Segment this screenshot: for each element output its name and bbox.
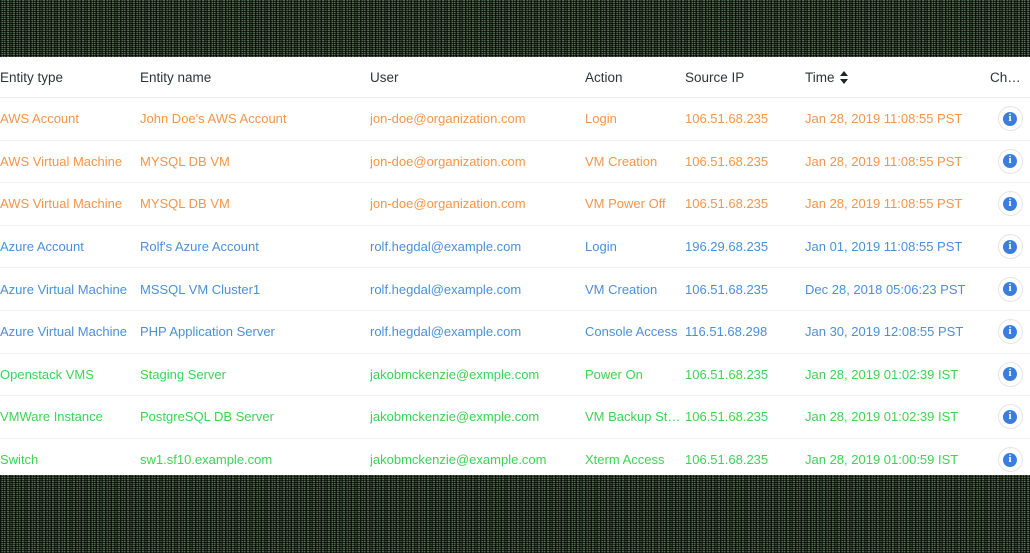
cell-user: jon-doe@organization.com: [370, 182, 585, 226]
info-icon[interactable]: i: [997, 191, 1023, 217]
cell-entity-type: AWS Account: [0, 97, 140, 141]
cell-entity-name: Rolf's Azure Account: [140, 225, 370, 269]
column-header-time-label: Time: [805, 69, 835, 85]
cell-source-ip: 116.51.68.298: [685, 310, 805, 354]
table-row[interactable]: AWS Virtual Machine MYSQL DB VM jon-doe@or…: [0, 140, 1030, 184]
cell-changes: i: [990, 310, 1030, 354]
cell-action: Console Access: [585, 310, 685, 354]
column-header-entity-name[interactable]: Entity name: [140, 57, 370, 98]
cell-source-ip: 106.51.68.235: [685, 353, 805, 397]
info-icon[interactable]: i: [997, 276, 1023, 302]
cell-source-ip: 106.51.68.235: [685, 182, 805, 226]
cell-user: jakobmckenzie@exmple.com: [370, 353, 585, 397]
table-row[interactable]: Openstack VMS Staging Server jakobmckenzie…: [0, 353, 1030, 397]
cell-time: Jan 28, 2019 01:02:39 IST: [805, 353, 990, 397]
info-icon[interactable]: i: [997, 234, 1023, 260]
cell-entity-name: MYSQL DB VM: [140, 182, 370, 226]
cell-entity-type: Azure Virtual Machine: [0, 267, 140, 311]
column-header-user[interactable]: User: [370, 57, 585, 98]
cell-changes: i: [990, 182, 1030, 226]
cell-entity-type: AWS Virtual Machine: [0, 140, 140, 184]
cell-action: Login: [585, 225, 685, 269]
audit-table-container: Entity type Entity name User Action Sour…: [0, 57, 1030, 482]
cell-user: jakobmckenzie@exmple.com: [370, 395, 585, 439]
table-row[interactable]: AWS Virtual Machine MYSQL DB VM jon-doe@or…: [0, 182, 1030, 226]
cell-time: Jan 30, 2019 12:08:55 PST: [805, 310, 990, 354]
cell-source-ip: 196.29.68.235: [685, 225, 805, 269]
table-row[interactable]: Azure Virtual Machine PHP Application Ser…: [0, 310, 1030, 354]
info-icon[interactable]: i: [997, 148, 1023, 174]
cell-user: rolf.hegdal@example.com: [370, 267, 585, 311]
info-icon-glyph: i: [1003, 111, 1017, 126]
cell-action: VM Backup Started: [585, 395, 685, 439]
cell-user: rolf.hegdal@example.com: [370, 225, 585, 269]
cell-entity-type: VMWare Instance: [0, 395, 140, 439]
info-icon-glyph: i: [1003, 154, 1017, 169]
table-header-row: Entity type Entity name User Action Sour…: [0, 57, 1030, 98]
cell-source-ip: 106.51.68.235: [685, 267, 805, 311]
column-header-source-ip[interactable]: Source IP: [685, 57, 805, 98]
info-icon-glyph: i: [1003, 452, 1017, 467]
cell-changes: i: [990, 353, 1030, 397]
cell-user: jon-doe@organization.com: [370, 140, 585, 184]
column-header-changes: Changes: [990, 57, 1030, 98]
table-row[interactable]: VMWare Instance PostgreSQL DB Server jakob…: [0, 395, 1030, 439]
sort-updown-icon[interactable]: [839, 70, 849, 84]
info-icon[interactable]: i: [997, 404, 1023, 430]
cell-entity-name: PHP Application Server: [140, 310, 370, 354]
cell-source-ip: 106.51.68.235: [685, 97, 805, 141]
cell-source-ip: 106.51.68.235: [685, 140, 805, 184]
table-row[interactable]: Azure Account Rolf's Azure Account rolf.he…: [0, 225, 1030, 269]
cell-action: Power On: [585, 353, 685, 397]
column-header-action[interactable]: Action: [585, 57, 685, 98]
bottom-obscured-band: [0, 475, 1030, 553]
cell-action: Login: [585, 97, 685, 141]
info-icon[interactable]: i: [997, 106, 1023, 132]
cell-action: VM Creation: [585, 267, 685, 311]
cell-entity-name: John Doe's AWS Account: [140, 97, 370, 141]
cell-entity-type: Azure Virtual Machine: [0, 310, 140, 354]
cell-entity-name: PostgreSQL DB Server: [140, 395, 370, 439]
audit-trail-table: Entity type Entity name User Action Sour…: [0, 57, 1030, 482]
table-header: Entity type Entity name User Action Sour…: [0, 57, 1030, 98]
cell-entity-type: Openstack VMS: [0, 353, 140, 397]
cell-time: Jan 28, 2019 01:02:39 IST: [805, 395, 990, 439]
cell-time: Dec 28, 2018 05:06:23 PST: [805, 267, 990, 311]
table-row[interactable]: AWS Account John Doe's AWS Account jon-doe…: [0, 97, 1030, 141]
cell-time: Jan 01, 2019 11:08:55 PST: [805, 225, 990, 269]
info-icon[interactable]: i: [997, 361, 1023, 387]
cell-entity-type: AWS Virtual Machine: [0, 182, 140, 226]
column-header-entity-type[interactable]: Entity type: [0, 57, 140, 98]
cell-changes: i: [990, 97, 1030, 141]
cell-entity-name: MSSQL VM Cluster1: [140, 267, 370, 311]
cell-changes: i: [990, 225, 1030, 269]
info-icon-glyph: i: [1003, 367, 1017, 382]
table-body: AWS Account John Doe's AWS Account jon-doe…: [0, 97, 1030, 482]
info-icon-glyph: i: [1003, 409, 1017, 424]
cell-action: VM Creation: [585, 140, 685, 184]
cell-source-ip: 106.51.68.235: [685, 395, 805, 439]
cell-time: Jan 28, 2019 11:08:55 PST: [805, 97, 990, 141]
cell-changes: i: [990, 267, 1030, 311]
info-icon-glyph: i: [1003, 282, 1017, 297]
info-icon-glyph: i: [1003, 196, 1017, 211]
table-row[interactable]: Azure Virtual Machine MSSQL VM Cluster1 ro…: [0, 267, 1030, 311]
cell-user: jon-doe@organization.com: [370, 97, 585, 141]
top-obscured-band: [0, 0, 1030, 57]
cell-time: Jan 28, 2019 11:08:55 PST: [805, 140, 990, 184]
info-icon[interactable]: i: [997, 447, 1023, 473]
info-icon[interactable]: i: [997, 319, 1023, 345]
cell-time: Jan 28, 2019 11:08:55 PST: [805, 182, 990, 226]
cell-action: VM Power Off: [585, 182, 685, 226]
cell-user: rolf.hegdal@example.com: [370, 310, 585, 354]
column-header-time[interactable]: Time: [805, 57, 990, 98]
cell-entity-type: Azure Account: [0, 225, 140, 269]
cell-changes: i: [990, 140, 1030, 184]
cell-entity-name: MYSQL DB VM: [140, 140, 370, 184]
cell-entity-name: Staging Server: [140, 353, 370, 397]
cell-changes: i: [990, 395, 1030, 439]
info-icon-glyph: i: [1003, 239, 1017, 254]
info-icon-glyph: i: [1003, 324, 1017, 339]
